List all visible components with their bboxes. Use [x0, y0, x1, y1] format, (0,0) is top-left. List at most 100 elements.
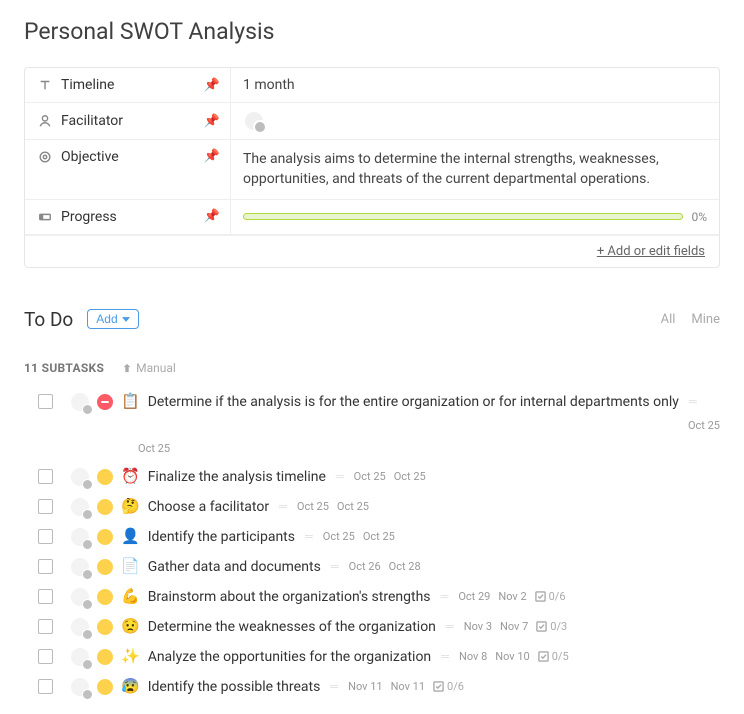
task-start-date[interactable]: Nov 3 — [464, 620, 492, 633]
checkbox[interactable] — [38, 394, 53, 409]
task-end-date[interactable]: Oct 25 — [363, 530, 395, 543]
task-title[interactable]: Identify the participants — [148, 529, 295, 545]
checklist-icon — [433, 681, 444, 692]
arrow-up-icon — [122, 363, 132, 373]
task-emoji-icon: ✨ — [121, 649, 140, 664]
checkbox[interactable] — [38, 649, 53, 664]
task-row[interactable]: ⏰Finalize the analysis timeline═Oct 25Oc… — [38, 468, 720, 486]
add-edit-fields-link[interactable]: + Add or edit fields — [597, 244, 705, 259]
task-end-date[interactable]: Oct 25 — [138, 442, 170, 455]
checkbox[interactable] — [38, 499, 53, 514]
checkbox[interactable] — [38, 619, 53, 634]
priority-badge[interactable] — [97, 589, 113, 605]
task-emoji-icon: 🤔 — [121, 499, 140, 514]
field-row-progress[interactable]: Progress 📌 0% — [25, 200, 719, 235]
filter-mine[interactable]: Mine — [691, 312, 720, 327]
checkbox[interactable] — [38, 559, 53, 574]
task-start-date[interactable]: Oct 25 — [297, 500, 329, 513]
task-start-date[interactable]: Oct 29 — [458, 590, 490, 603]
todo-header: To Do Add All Mine — [24, 308, 720, 331]
task-title[interactable]: Determine if the analysis is for the ent… — [148, 394, 679, 410]
checklist-count[interactable]: 0/5 — [538, 650, 569, 663]
task-title[interactable]: Analyze the opportunities for the organi… — [148, 649, 431, 665]
assignee-avatar-icon[interactable] — [71, 528, 89, 546]
task-row[interactable]: 💪 Brainstorm about the organization's str… — [38, 588, 720, 606]
fields-footer: + Add or edit fields — [25, 235, 719, 267]
field-value[interactable]: The analysis aims to determine the inter… — [231, 140, 719, 199]
checkbox[interactable] — [38, 469, 53, 484]
field-row-facilitator[interactable]: Facilitator 📌 — [25, 103, 719, 140]
field-value[interactable]: 1 month — [231, 68, 719, 102]
priority-badge[interactable] — [97, 529, 113, 545]
task-title[interactable]: Gather data and documents — [148, 559, 321, 575]
separator: ═ — [444, 620, 456, 633]
priority-badge[interactable] — [97, 394, 113, 410]
filter-all[interactable]: All — [661, 312, 676, 327]
priority-badge[interactable] — [97, 499, 113, 515]
checklist-icon — [538, 651, 549, 662]
progress-bar[interactable] — [243, 213, 683, 220]
separator: ═ — [687, 395, 699, 408]
task-row[interactable]: ✨ Analyze the opportunities for the organ… — [38, 648, 720, 666]
pin-icon[interactable]: 📌 — [204, 78, 220, 93]
field-row-objective[interactable]: Objective 📌 The analysis aims to determi… — [25, 140, 719, 200]
assignee-avatar-icon[interactable] — [71, 558, 89, 576]
task-title[interactable]: Identify the possible threats — [148, 679, 321, 695]
task-start-date[interactable]: Oct 25 — [323, 530, 355, 543]
filter-group: All Mine — [661, 312, 720, 327]
task-end-date[interactable]: Nov 10 — [495, 650, 529, 663]
pin-icon[interactable]: 📌 — [204, 149, 220, 164]
task-end-date[interactable]: Oct 28 — [389, 560, 421, 573]
priority-badge[interactable] — [97, 559, 113, 575]
task-row[interactable]: 😰Identify the possible threats═Nov 11Nov… — [38, 678, 720, 696]
task-start-date[interactable]: Nov 8 — [459, 650, 487, 663]
checkbox[interactable] — [38, 679, 53, 694]
sort-button[interactable]: Manual — [122, 361, 176, 375]
separator: ═ — [303, 530, 315, 543]
task-end-date[interactable]: Oct 25 — [394, 470, 426, 483]
priority-badge[interactable] — [97, 619, 113, 635]
priority-badge[interactable] — [97, 679, 113, 695]
assignee-avatar-icon[interactable] — [71, 678, 89, 696]
task-row[interactable]: 🤔Choose a facilitator═Oct 25Oct 25 — [38, 498, 720, 516]
priority-badge[interactable] — [97, 469, 113, 485]
task-title[interactable]: Choose a facilitator — [148, 499, 269, 515]
assignee-avatar-icon[interactable] — [71, 468, 89, 486]
checklist-count[interactable]: 0/6 — [433, 680, 464, 693]
task-title[interactable]: Finalize the analysis timeline — [148, 469, 326, 485]
field-value[interactable] — [231, 103, 719, 139]
assignee-avatar-icon[interactable] — [71, 588, 89, 606]
add-button[interactable]: Add — [87, 309, 138, 329]
task-end-date[interactable]: Oct 25 — [337, 500, 369, 513]
checklist-count[interactable]: 0/6 — [535, 590, 566, 603]
avatar-placeholder-icon[interactable] — [245, 112, 263, 130]
task-end-date[interactable]: Nov 2 — [498, 590, 526, 603]
checkbox[interactable] — [38, 589, 53, 604]
section-title: To Do — [24, 308, 73, 331]
task-row[interactable]: 👤Identify the participants═Oct 25Oct 25 — [38, 528, 720, 546]
task-row[interactable]: 😟Determine the weaknesses of the organiz… — [38, 618, 720, 636]
task-end-date[interactable]: Nov 7 — [500, 620, 528, 633]
assignee-avatar-icon[interactable] — [71, 393, 89, 411]
task-title[interactable]: Determine the weaknesses of the organiza… — [148, 619, 436, 635]
task-emoji-icon: 💪 — [121, 589, 140, 604]
assignee-avatar-icon[interactable] — [71, 498, 89, 516]
task-start-date[interactable]: Oct 25 — [688, 419, 720, 432]
task-start-date[interactable]: Nov 11 — [348, 680, 382, 693]
checklist-count[interactable]: 0/3 — [536, 620, 567, 633]
assignee-avatar-icon[interactable] — [71, 618, 89, 636]
pin-icon[interactable]: 📌 — [204, 114, 220, 129]
task-end-date[interactable]: Nov 11 — [391, 680, 425, 693]
priority-badge[interactable] — [97, 649, 113, 665]
field-row-timeline[interactable]: Timeline 📌 1 month — [25, 68, 719, 103]
assignee-avatar-icon[interactable] — [71, 648, 89, 666]
field-value[interactable]: 0% — [231, 200, 719, 234]
task-title[interactable]: Brainstorm about the organization's stre… — [148, 589, 431, 605]
pin-icon[interactable]: 📌 — [204, 209, 220, 224]
checklist-icon — [535, 591, 546, 602]
task-row[interactable]: 📋Determine if the analysis is for the en… — [38, 393, 720, 456]
task-start-date[interactable]: Oct 25 — [354, 470, 386, 483]
task-start-date[interactable]: Oct 26 — [349, 560, 381, 573]
task-row[interactable]: 📄Gather data and documents═Oct 26Oct 28 — [38, 558, 720, 576]
checkbox[interactable] — [38, 529, 53, 544]
